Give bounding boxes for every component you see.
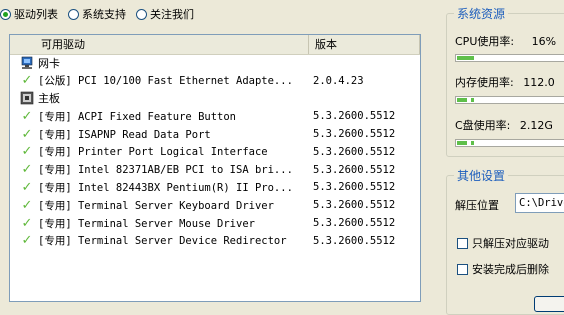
cpu-usage-label: CPU使用率: bbox=[455, 35, 515, 48]
disk-usage-bar-tick bbox=[471, 141, 474, 145]
check-icon: ✓ bbox=[21, 162, 33, 178]
cpu-usage-bar bbox=[455, 54, 564, 62]
disk-usage-text: C盘使用率: 2.12G bbox=[455, 117, 553, 133]
driver-version: 5.3.2600.5512 bbox=[313, 199, 396, 212]
cpu-usage-value: 16% bbox=[531, 35, 557, 48]
driver-name: [专用] Intel 82443BX Pentium(R) II Pro... bbox=[38, 181, 293, 194]
check-icon: ✓ bbox=[21, 233, 33, 249]
driver-row[interactable]: ✓ [公版] PCI 10/100 Fast Ethernet Adapte...… bbox=[10, 72, 420, 90]
driver-row[interactable]: ✓ [专用] ACPI Fixed Feature Button 5.3.2600.… bbox=[10, 107, 420, 125]
network-card-icon bbox=[19, 56, 35, 70]
checkbox-box-icon bbox=[457, 237, 468, 249]
delete-after-install-checkbox-label: 安装完成后删除 bbox=[472, 263, 549, 276]
driver-version: 5.3.2600.5512 bbox=[313, 128, 396, 141]
checkbox-box-icon bbox=[457, 263, 468, 275]
driver-version: 5.3.2600.5512 bbox=[313, 163, 396, 176]
driver-name: [专用] ISAPNP Read Data Port bbox=[38, 128, 211, 141]
memory-usage-bar bbox=[455, 96, 564, 104]
extract-path-input[interactable]: C:\Drive bbox=[515, 193, 564, 213]
disk-usage-value: 2.12G bbox=[519, 119, 553, 132]
driver-name: [专用] Printer Port Logical Interface bbox=[38, 146, 268, 159]
check-icon: ✓ bbox=[21, 179, 33, 195]
cpu-usage-bar-fill bbox=[457, 56, 474, 60]
radio-system-support-label: 系统支持 bbox=[82, 8, 126, 21]
disk-usage-bar bbox=[455, 139, 564, 147]
radio-follow-us-label: 关注我们 bbox=[150, 8, 194, 21]
driver-group-row[interactable]: 主板 bbox=[10, 90, 420, 108]
driver-version: 5.3.2600.5512 bbox=[313, 217, 396, 230]
action-button[interactable] bbox=[534, 296, 564, 312]
driver-group-row[interactable]: 网卡 bbox=[10, 54, 420, 72]
driver-version: 5.3.2600.5512 bbox=[313, 110, 396, 123]
driver-row[interactable]: ✓ [专用] ISAPNP Read Data Port 5.3.2600.5512 bbox=[10, 125, 420, 143]
radio-unselected-icon bbox=[68, 8, 79, 20]
driver-row[interactable]: ✓ [专用] Terminal Server Keyboard Driver 5.3… bbox=[10, 196, 420, 214]
driver-version: 5.3.2600.5512 bbox=[313, 234, 396, 247]
driver-row[interactable]: ✓ [专用] Intel 82371AB/EB PCI to ISA bri...… bbox=[10, 161, 420, 179]
driver-name: 主板 bbox=[38, 92, 60, 106]
check-icon: ✓ bbox=[21, 197, 33, 213]
view-radio-group: 驱动列表 系统支持 关注我们 bbox=[0, 4, 204, 24]
driver-list[interactable]: 可用驱动 版本 网卡 ✓ [公版] PCI 10/100 Fast Ethernet… bbox=[9, 34, 421, 302]
check-icon: ✓ bbox=[21, 73, 33, 89]
radio-system-support[interactable]: 系统支持 bbox=[68, 6, 126, 22]
column-header-version[interactable]: 版本 bbox=[309, 35, 420, 54]
radio-selected-icon bbox=[0, 8, 11, 20]
extract-only-checkbox[interactable]: 只解压对应驱动 bbox=[457, 235, 549, 251]
driver-row[interactable]: ✓ [专用] Terminal Server Mouse Driver 5.3.26… bbox=[10, 214, 420, 232]
extract-only-checkbox-label: 只解压对应驱动 bbox=[472, 237, 549, 250]
extract-location-label: 解压位置 bbox=[455, 199, 499, 212]
check-icon: ✓ bbox=[21, 126, 33, 142]
column-header-available-drivers[interactable]: 可用驱动 bbox=[10, 35, 309, 54]
driver-row[interactable]: ✓ [专用] Terminal Server Device Redirector 5… bbox=[10, 232, 420, 250]
disk-usage-label: C盘使用率: bbox=[455, 119, 511, 132]
memory-usage-bar-fill bbox=[457, 98, 467, 102]
other-settings-title: 其他设置 bbox=[454, 167, 509, 184]
driver-name: [公版] PCI 10/100 Fast Ethernet Adapte... bbox=[38, 75, 293, 88]
system-resources-title: 系统资源 bbox=[454, 5, 509, 22]
radio-follow-us[interactable]: 关注我们 bbox=[136, 6, 194, 22]
driver-version: 5.3.2600.5512 bbox=[313, 145, 396, 158]
check-icon: ✓ bbox=[21, 144, 33, 160]
memory-usage-value: 112.0 bbox=[523, 76, 555, 89]
motherboard-icon bbox=[19, 91, 35, 105]
radio-unselected-icon bbox=[136, 8, 147, 20]
driver-name: 网卡 bbox=[38, 56, 60, 70]
cpu-usage-text: CPU使用率: 16% bbox=[455, 33, 556, 49]
check-icon: ✓ bbox=[21, 215, 33, 231]
delete-after-install-checkbox[interactable]: 安装完成后删除 bbox=[457, 261, 549, 277]
disk-usage-bar-fill bbox=[457, 141, 467, 145]
memory-usage-label: 内存使用率: bbox=[455, 76, 514, 89]
radio-driver-list-label: 驱动列表 bbox=[14, 8, 58, 21]
driver-name: [专用] Intel 82371AB/EB PCI to ISA bri... bbox=[38, 164, 293, 177]
driver-list-header: 可用驱动 版本 bbox=[10, 35, 420, 55]
driver-name: [专用] Terminal Server Device Redirector bbox=[38, 235, 287, 248]
driver-name: [专用] ACPI Fixed Feature Button bbox=[38, 110, 237, 123]
driver-list-rows: 网卡 ✓ [公版] PCI 10/100 Fast Ethernet Adapte.… bbox=[10, 54, 420, 250]
driver-name: [专用] Terminal Server Keyboard Driver bbox=[38, 199, 274, 212]
driver-row[interactable]: ✓ [专用] Printer Port Logical Interface 5.3.… bbox=[10, 143, 420, 161]
driver-version: 2.0.4.23 bbox=[313, 74, 364, 87]
right-panel: 系统资源 CPU使用率: 16% 内存使用率: 112.0 C盘使用率: 2.1… bbox=[444, 0, 564, 315]
memory-usage-bar-tick bbox=[471, 98, 474, 102]
driver-name: [专用] Terminal Server Mouse Driver bbox=[38, 217, 255, 230]
memory-usage-text: 内存使用率: 112.0 bbox=[455, 74, 555, 90]
radio-driver-list[interactable]: 驱动列表 bbox=[0, 6, 58, 22]
driver-row[interactable]: ✓ [专用] Intel 82443BX Pentium(R) II Pro...… bbox=[10, 179, 420, 197]
driver-version: 5.3.2600.5512 bbox=[313, 181, 396, 194]
check-icon: ✓ bbox=[21, 108, 33, 124]
